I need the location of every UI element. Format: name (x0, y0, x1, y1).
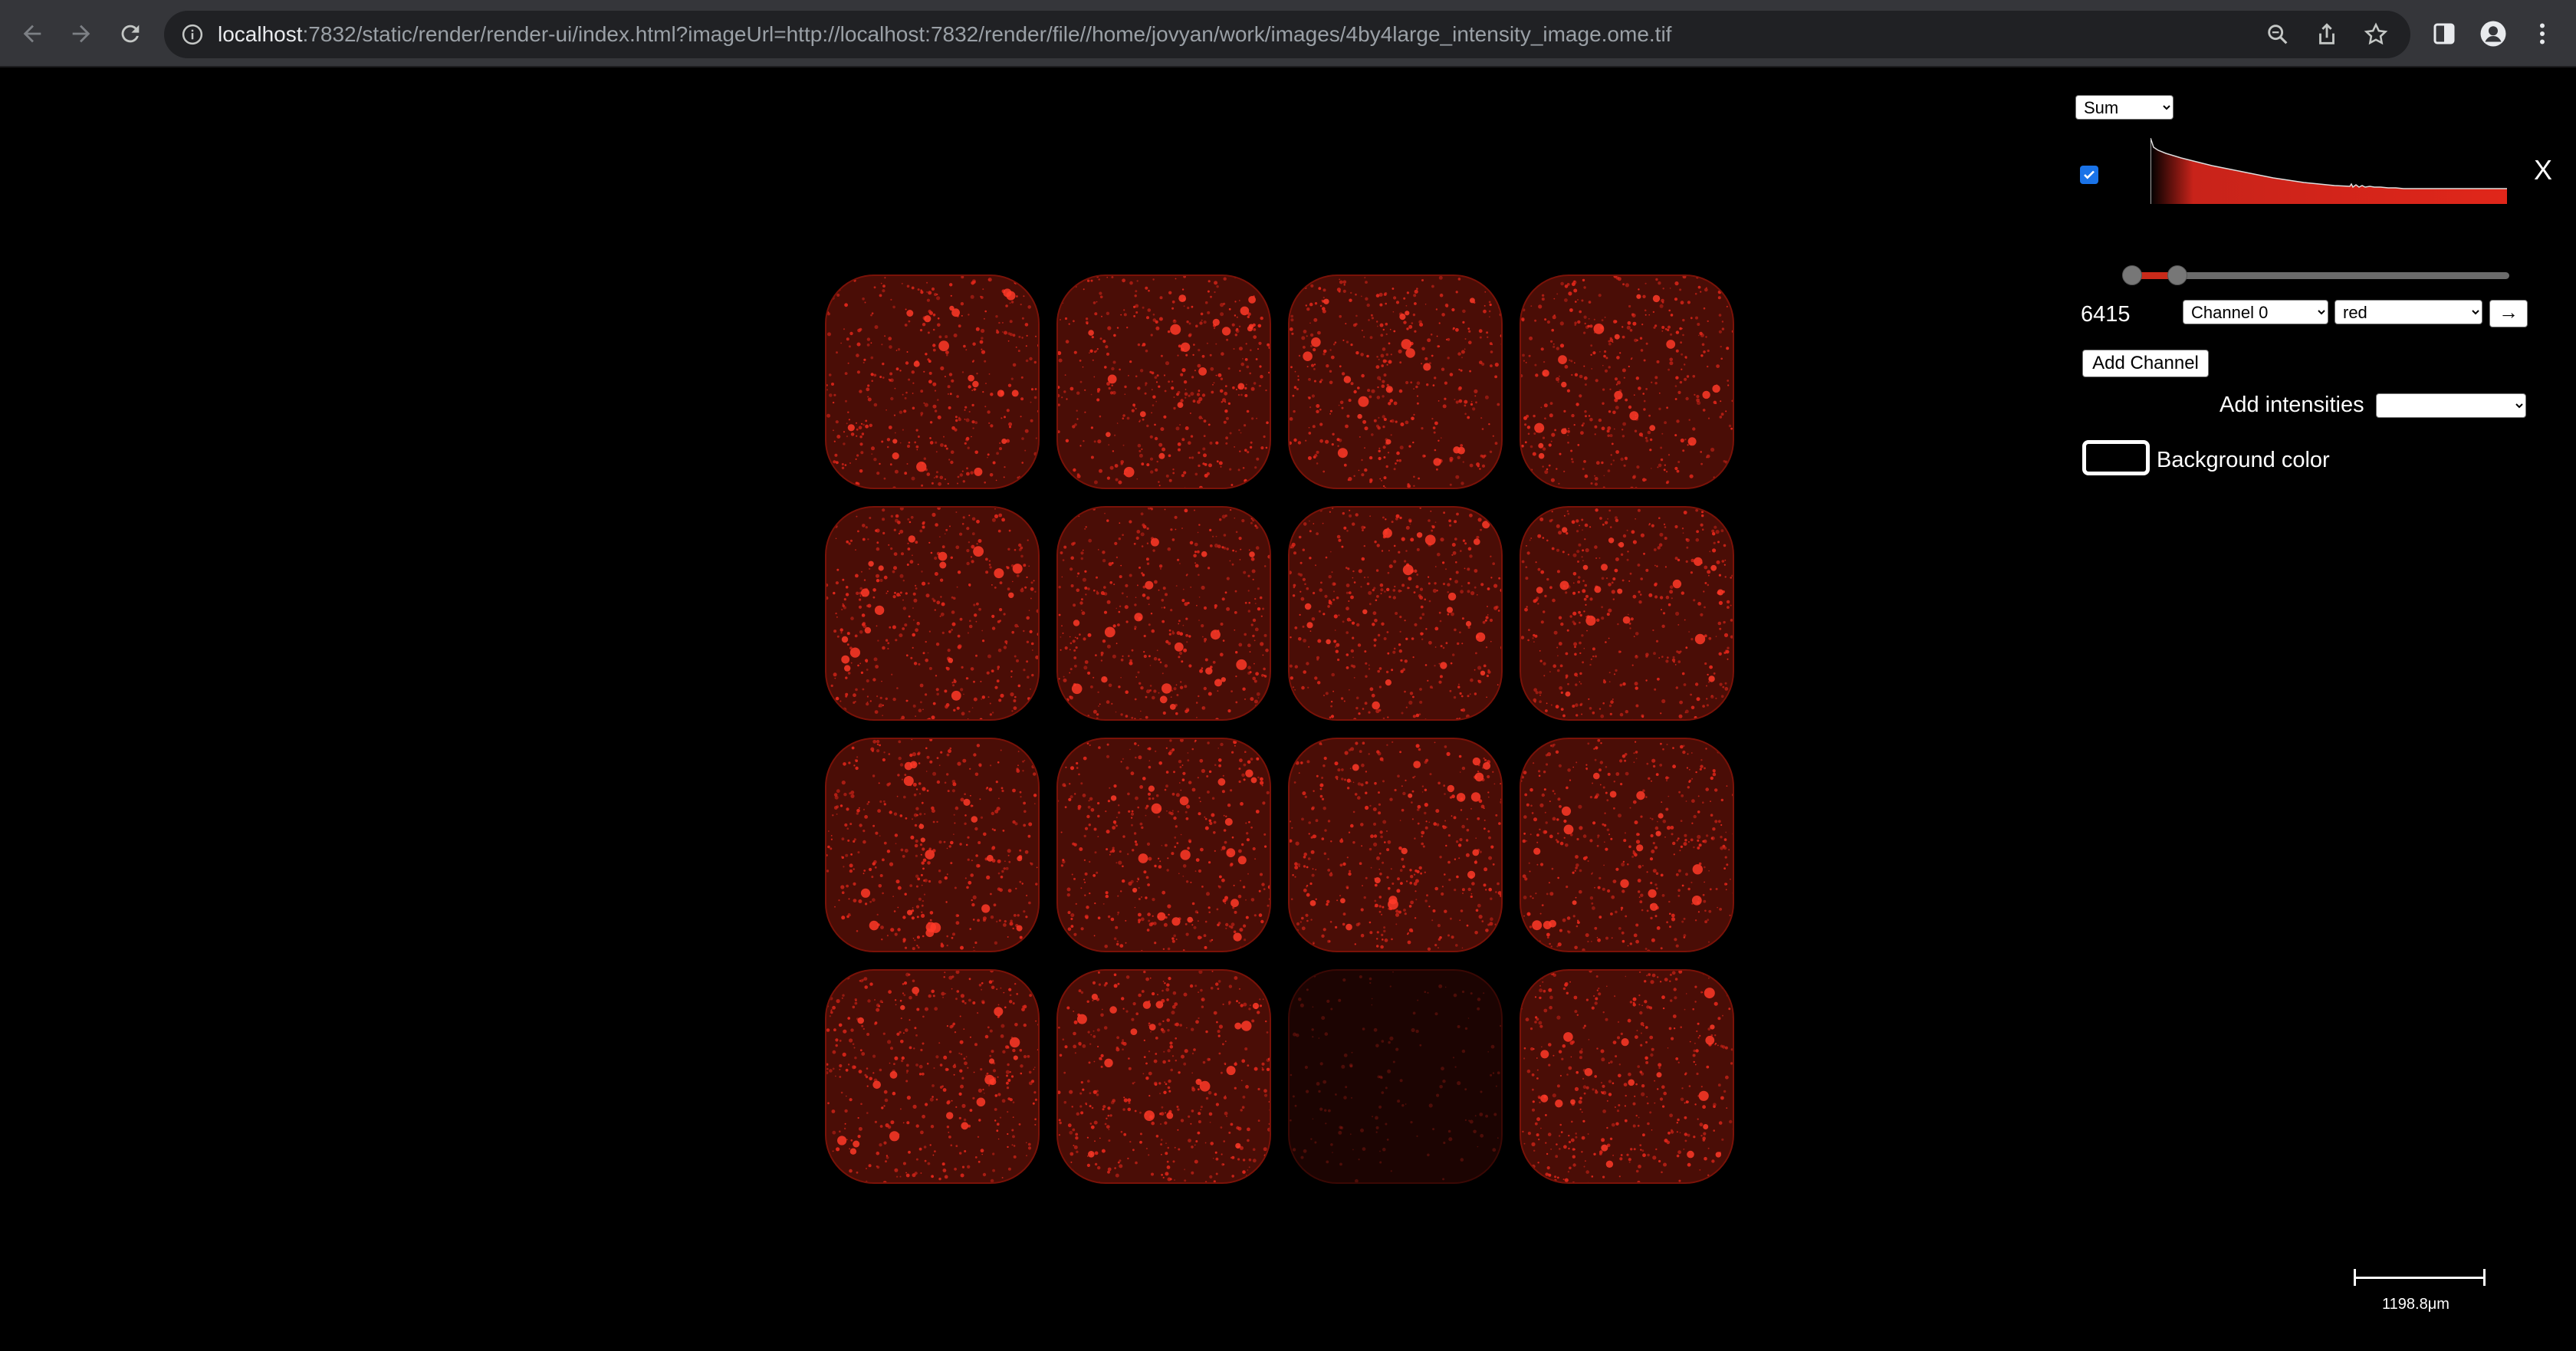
image-tile (825, 506, 1040, 721)
image-tile (1288, 969, 1503, 1184)
tile-texture (1058, 276, 1270, 488)
star-icon[interactable] (2363, 21, 2389, 48)
image-tile (1520, 506, 1734, 721)
forward-icon[interactable] (64, 17, 98, 51)
image-tile (1056, 506, 1271, 721)
image-tile (825, 969, 1040, 1184)
tile-texture (826, 508, 1038, 719)
image-tile (1056, 738, 1271, 952)
tile-texture (1290, 276, 1501, 488)
url-text[interactable]: localhost:7832/static/render/render-ui/i… (218, 11, 1671, 58)
image-tile (1520, 274, 1734, 489)
scale-bar (2354, 1269, 2486, 1286)
info-icon[interactable] (181, 23, 204, 46)
image-viewer[interactable]: Sum X 6415 Channel 0 red → Add Channel A… (0, 67, 2576, 1351)
tile-texture (826, 971, 1038, 1182)
image-tile (1056, 969, 1271, 1184)
image-tile (1520, 969, 1734, 1184)
tile-texture (826, 276, 1038, 488)
tile-texture (1521, 276, 1733, 488)
tile-texture (1058, 508, 1270, 719)
tile-texture (1058, 971, 1270, 1182)
add-intensities-select[interactable] (2376, 393, 2526, 418)
image-tile (825, 738, 1040, 952)
background-color-swatch[interactable] (2082, 440, 2150, 475)
apply-button[interactable]: → (2489, 300, 2528, 327)
checkmark-icon (2084, 170, 2095, 179)
zoom-icon[interactable] (2265, 21, 2291, 48)
background-color-label: Background color (2157, 448, 2330, 472)
share-icon[interactable] (2314, 21, 2340, 48)
color-select[interactable]: red (2334, 300, 2482, 324)
aggregate-select[interactable]: Sum (2075, 95, 2174, 120)
tile-texture (1290, 508, 1501, 719)
max-intensity-value: 6415 (2081, 302, 2131, 327)
image-tile (1288, 274, 1503, 489)
back-icon[interactable] (15, 17, 49, 51)
range-max-thumb[interactable] (2167, 265, 2187, 285)
tile-texture (1521, 508, 1733, 719)
intensity-histogram (2150, 138, 2507, 204)
scale-label: 1198.8μm (2382, 1296, 2450, 1313)
tile-texture (1290, 971, 1501, 1182)
range-slider-track[interactable] (2131, 272, 2509, 279)
range-min-thumb[interactable] (2122, 265, 2142, 285)
image-tile (825, 274, 1040, 489)
close-channel-button[interactable]: X (2534, 156, 2552, 184)
image-tile (1520, 738, 1734, 952)
menu-icon[interactable] (2527, 18, 2558, 49)
image-tile (1056, 274, 1271, 489)
tile-texture (1058, 739, 1270, 951)
channel-visible-checkbox[interactable] (2080, 166, 2098, 184)
profile-icon[interactable] (2478, 18, 2509, 49)
image-tile (1288, 506, 1503, 721)
image-tile (1288, 738, 1503, 952)
channel-select[interactable]: Channel 0 (2183, 300, 2328, 324)
tile-texture (1521, 739, 1733, 951)
reload-icon[interactable] (113, 17, 147, 51)
tile-texture (826, 739, 1038, 951)
add-channel-button[interactable]: Add Channel (2082, 350, 2209, 377)
tile-texture (1521, 971, 1733, 1182)
add-intensities-label: Add intensities (2220, 393, 2364, 417)
tile-texture (1290, 739, 1501, 951)
address-bar[interactable]: localhost:7832/static/render/render-ui/i… (164, 11, 2410, 58)
sidebar-icon[interactable] (2429, 18, 2459, 49)
browser-toolbar: localhost:7832/static/render/render-ui/i… (0, 0, 2576, 67)
